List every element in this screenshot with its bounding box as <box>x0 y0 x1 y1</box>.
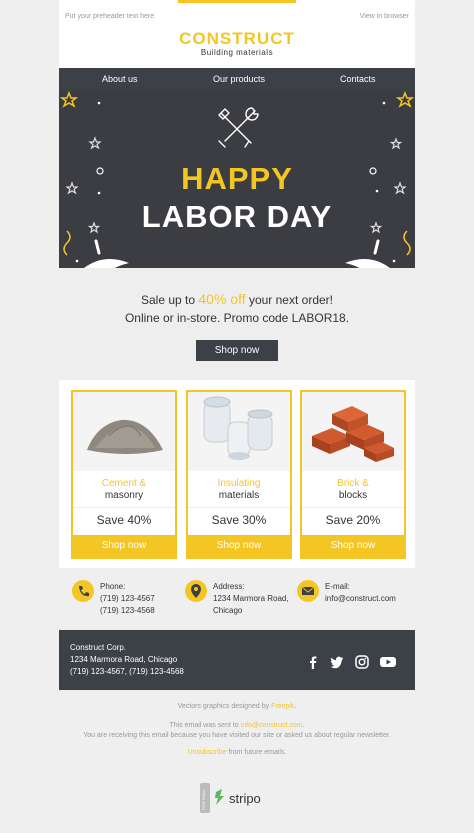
email-address[interactable]: info@construct.com <box>325 593 396 605</box>
splash-decoration <box>373 239 380 255</box>
unsubscribe-link[interactable]: Unsubscribe <box>188 749 227 756</box>
star-icon <box>59 91 415 108</box>
punctuation: . <box>302 722 305 729</box>
sent-to-text: This email was sent to <box>169 722 239 729</box>
hero-title-labor-day: LABOR DAY <box>141 199 333 234</box>
footer-phones: (719) 123-4567, (719) 123-4568 <box>70 667 184 676</box>
nav-item-about-us[interactable]: About us <box>102 74 138 84</box>
stripo-logo-icon <box>215 789 224 805</box>
product-name: Cement & masonry <box>73 478 175 502</box>
punctuation: . <box>294 703 297 710</box>
product-name-accent: Brick & <box>337 478 369 489</box>
product-shop-now-button[interactable]: Shop now <box>302 535 404 557</box>
vectors-credit: Vectors graphics designed by Freepik. <box>0 703 474 710</box>
receiving-notice: You are receiving this email because you… <box>83 732 391 739</box>
map-pin-icon <box>185 580 207 602</box>
product-name-dark: masonry <box>104 490 144 501</box>
footer-company-name: Construct Corp. <box>70 643 127 652</box>
sent-to-email-link[interactable]: info@construct.com <box>241 722 303 729</box>
sale-section: Sale up to 40% off your next order! Onli… <box>59 268 415 380</box>
header-accent-bar <box>178 0 296 3</box>
stripo-badge[interactable]: FREE EMAIL stripo <box>200 783 280 813</box>
address-line: 1234 Marmora Road, <box>213 594 289 603</box>
product-name-accent: Cement & <box>101 478 147 489</box>
brand-name: CONSTRUCT <box>179 29 295 48</box>
sale-promo-code: Online or in-store. Promo code LABOR18. <box>124 311 350 325</box>
unsubscribe-notice: Unsubscribe from future emails. <box>0 749 474 756</box>
hero-banner: HAPPY LABOR DAY <box>59 91 415 268</box>
view-in-browser-link[interactable]: View in browser <box>360 13 409 20</box>
phone-number[interactable]: (719) 123-4568 <box>100 605 155 617</box>
footer-company-info: Construct Corp. 1234 Marmora Road, Chica… <box>70 642 184 678</box>
address-line: Chicago <box>213 606 243 615</box>
envelope-icon <box>297 580 319 602</box>
hero-title-happy: HAPPY <box>181 161 293 196</box>
product-card[interactable]: Brick & blocks Save 20% Shop now <box>300 390 406 559</box>
product-name-accent: Insulating <box>217 478 261 489</box>
footer: Construct Corp. 1234 Marmora Road, Chica… <box>59 630 415 690</box>
phone-icon <box>72 580 94 602</box>
product-card[interactable]: Insulating materials Save 30% Shop now <box>186 390 292 559</box>
email-label: E-mail: <box>325 582 350 591</box>
footer-address: 1234 Marmora Road, Chicago <box>70 655 178 664</box>
address-label: Address: <box>213 582 245 591</box>
splash-decoration <box>345 259 390 268</box>
product-discount: Save 30% <box>211 513 267 527</box>
product-shop-now-button[interactable]: Shop now <box>188 535 290 557</box>
sale-suffix: your next order! <box>248 293 333 307</box>
product-shop-now-button[interactable]: Shop now <box>73 535 175 557</box>
vectors-credit-text: Vectors graphics designed by <box>177 703 270 710</box>
nav-item-our-products[interactable]: Our products <box>213 74 265 84</box>
instagram-icon[interactable] <box>355 655 369 669</box>
product-discount: Save 20% <box>325 513 381 527</box>
phone-label: Phone: <box>100 582 126 591</box>
sent-to-notice: This email was sent to info@construct.co… <box>0 722 474 729</box>
sale-headline: Sale up to 40% off your next order! <box>59 291 415 307</box>
sale-prefix: Sale up to <box>140 293 196 307</box>
address-contact: Address: 1234 Marmora Road, Chicago <box>213 581 289 617</box>
phone-contact: Phone: (719) 123-4567 (719) 123-4568 <box>100 581 155 617</box>
preheader-text: Put your preheader text here <box>65 13 155 20</box>
product-name: Brick & blocks <box>302 478 404 502</box>
email-contact: E-mail: info@construct.com <box>325 581 396 605</box>
product-image-cement[interactable] <box>73 392 175 471</box>
divider <box>302 507 404 508</box>
product-card[interactable]: Cement & masonry Save 40% Shop now <box>71 390 177 559</box>
twitter-icon[interactable] <box>330 655 344 669</box>
tools-icon <box>218 107 259 148</box>
freepik-link[interactable]: Freepik <box>271 703 294 710</box>
divider <box>188 507 290 508</box>
main-nav: About us Our products Contacts <box>59 68 415 91</box>
divider <box>73 507 175 508</box>
product-image-bricks[interactable] <box>302 392 404 471</box>
brand-subtitle: Building materials <box>200 48 274 57</box>
unsubscribe-text: from future emails. <box>228 749 287 756</box>
products-section: Cement & masonry Save 40% Shop now Insul… <box>59 380 415 568</box>
product-name-dark: blocks <box>338 490 368 501</box>
shop-now-button[interactable]: Shop now <box>196 340 278 361</box>
splash-decoration <box>94 239 101 255</box>
nav-item-contacts[interactable]: Contacts <box>340 74 376 84</box>
facebook-icon[interactable] <box>306 655 320 669</box>
email-header: Put your preheader text here View in bro… <box>59 0 415 68</box>
sale-percent: 40% off <box>198 291 246 307</box>
brand-logo[interactable]: CONSTRUCT Building materials <box>59 30 415 58</box>
svg-text:FREE EMAIL: FREE EMAIL <box>202 789 206 810</box>
splash-decoration <box>84 259 129 268</box>
contacts-section: Phone: (719) 123-4567 (719) 123-4568 Add… <box>59 568 415 630</box>
product-name: Insulating materials <box>188 478 290 502</box>
stripo-text: stripo <box>229 791 261 806</box>
phone-number[interactable]: (719) 123-4567 <box>100 593 155 605</box>
youtube-icon[interactable] <box>380 655 396 669</box>
product-name-dark: materials <box>218 490 260 501</box>
product-discount: Save 40% <box>96 513 152 527</box>
product-image-insulation[interactable] <box>188 392 290 471</box>
